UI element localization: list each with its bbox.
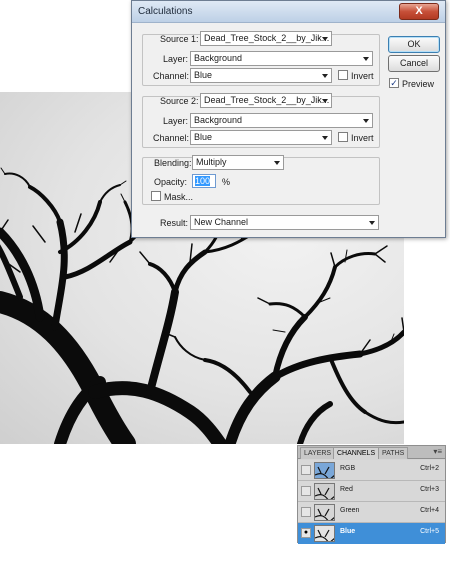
chevron-down-icon — [274, 161, 280, 165]
dialog-titlebar[interactable]: Calculations X — [132, 1, 445, 23]
tab-paths-label: PATHS — [382, 450, 405, 457]
opacity-unit: % — [222, 177, 231, 187]
panel-tabs: LAYERS CHANNELS PATHS ▾≡ — [298, 446, 445, 459]
channel-thumbnail — [314, 483, 335, 500]
source2-label: Source 2: — [160, 96, 199, 106]
panel-menu-icon[interactable]: ▾≡ — [433, 447, 442, 456]
source2-invert-checkbox[interactable] — [338, 132, 348, 142]
result-value: New Channel — [194, 217, 249, 227]
visibility-toggle[interactable] — [301, 486, 311, 496]
dialog-title: Calculations — [138, 6, 193, 17]
channel-shortcut: Ctrl+3 — [420, 486, 439, 493]
tab-paths[interactable]: PATHS — [378, 447, 409, 459]
source1-file-select[interactable]: Dead_Tree_Stock_2__by_Jik... — [200, 31, 332, 46]
tree-thumbnail-icon — [315, 466, 334, 478]
source1-invert-label: Invert — [351, 71, 374, 81]
source1-channel-select[interactable]: Blue — [190, 68, 332, 83]
calculations-dialog: Calculations X Source 1: Dead_Tree_Stock… — [131, 0, 446, 238]
source2-channel-value: Blue — [194, 132, 213, 142]
checkmark-icon: ✓ — [390, 78, 398, 88]
chevron-down-icon — [322, 136, 328, 140]
channel-row-green[interactable]: Green Ctrl+4 — [298, 502, 445, 523]
channel-row-red[interactable]: Red Ctrl+3 — [298, 481, 445, 502]
channel-thumbnail — [314, 462, 335, 479]
channel-row-blue[interactable]: ● Blue Ctrl+5 — [298, 523, 445, 544]
channel-shortcut: Ctrl+4 — [420, 507, 439, 514]
chevron-down-icon — [363, 119, 369, 123]
tab-channels[interactable]: CHANNELS — [333, 447, 380, 459]
channel-shortcut: Ctrl+2 — [420, 465, 439, 472]
source2-channel-select[interactable]: Blue — [190, 130, 332, 145]
chevron-down-icon — [322, 37, 328, 41]
channel-name: RGB — [340, 465, 356, 472]
tab-channels-label: CHANNELS — [337, 450, 376, 457]
opacity-value: 100 — [195, 176, 211, 186]
source2-layer-label: Layer: — [163, 116, 189, 126]
result-select[interactable]: New Channel — [190, 215, 379, 230]
opacity-input[interactable]: 100 — [192, 174, 216, 188]
source1-label: Source 1: — [160, 34, 199, 44]
tree-thumbnail-icon — [315, 508, 334, 520]
tab-layers-label: LAYERS — [304, 450, 332, 457]
chevron-down-icon — [369, 221, 375, 225]
source2-layer-value: Background — [194, 115, 243, 125]
source2-file-select[interactable]: Dead_Tree_Stock_2__by_Jik... — [200, 93, 332, 108]
channel-name: Blue — [340, 528, 356, 535]
channels-panel: LAYERS CHANNELS PATHS ▾≡ RGB Ctrl+2 Red … — [297, 445, 446, 544]
source1-layer-value: Background — [194, 53, 243, 63]
cancel-button-label: Cancel — [399, 58, 428, 68]
tab-layers[interactable]: LAYERS — [300, 447, 336, 459]
chevron-down-icon — [322, 99, 328, 103]
channel-name: Green — [340, 507, 360, 514]
result-label: Result: — [160, 218, 189, 228]
visibility-toggle[interactable] — [301, 507, 311, 517]
chevron-down-icon — [322, 74, 328, 78]
channel-thumbnail — [314, 525, 335, 542]
cancel-button[interactable]: Cancel — [388, 55, 440, 72]
source2-channel-label: Channel: — [153, 133, 190, 143]
mask-checkbox[interactable] — [151, 191, 161, 201]
tree-thumbnail-icon — [315, 487, 334, 499]
source1-channel-label: Channel: — [153, 71, 190, 81]
source1-channel-value: Blue — [194, 70, 213, 80]
eye-icon[interactable]: ● — [301, 528, 311, 538]
source1-file-value: Dead_Tree_Stock_2__by_Jik... — [204, 33, 330, 43]
source2-file-value: Dead_Tree_Stock_2__by_Jik... — [204, 95, 330, 105]
close-button[interactable]: X — [399, 3, 439, 20]
preview-label: Preview — [402, 79, 435, 89]
tree-thumbnail-icon — [315, 529, 334, 541]
source2-layer-select[interactable]: Background — [190, 113, 373, 128]
channel-shortcut: Ctrl+5 — [420, 528, 439, 535]
channel-thumbnail — [314, 504, 335, 521]
preview-checkbox[interactable]: ✓ — [389, 78, 399, 88]
blending-label: Blending: — [154, 158, 192, 168]
source1-invert-checkbox[interactable] — [338, 70, 348, 80]
close-icon: X — [415, 5, 423, 17]
blending-mode-select[interactable]: Multiply — [192, 155, 284, 170]
blending-mode-value: Multiply — [196, 157, 227, 167]
channel-row-rgb[interactable]: RGB Ctrl+2 — [298, 460, 445, 481]
chevron-down-icon — [363, 57, 369, 61]
opacity-label: Opacity: — [154, 177, 188, 187]
mask-label: Mask... — [164, 192, 194, 202]
visibility-toggle[interactable] — [301, 465, 311, 475]
ok-button-label: OK — [407, 39, 421, 49]
source1-layer-label: Layer: — [163, 54, 189, 64]
source1-layer-select[interactable]: Background — [190, 51, 373, 66]
ok-button[interactable]: OK — [388, 36, 440, 53]
channel-name: Red — [340, 486, 353, 493]
source2-invert-label: Invert — [351, 133, 374, 143]
